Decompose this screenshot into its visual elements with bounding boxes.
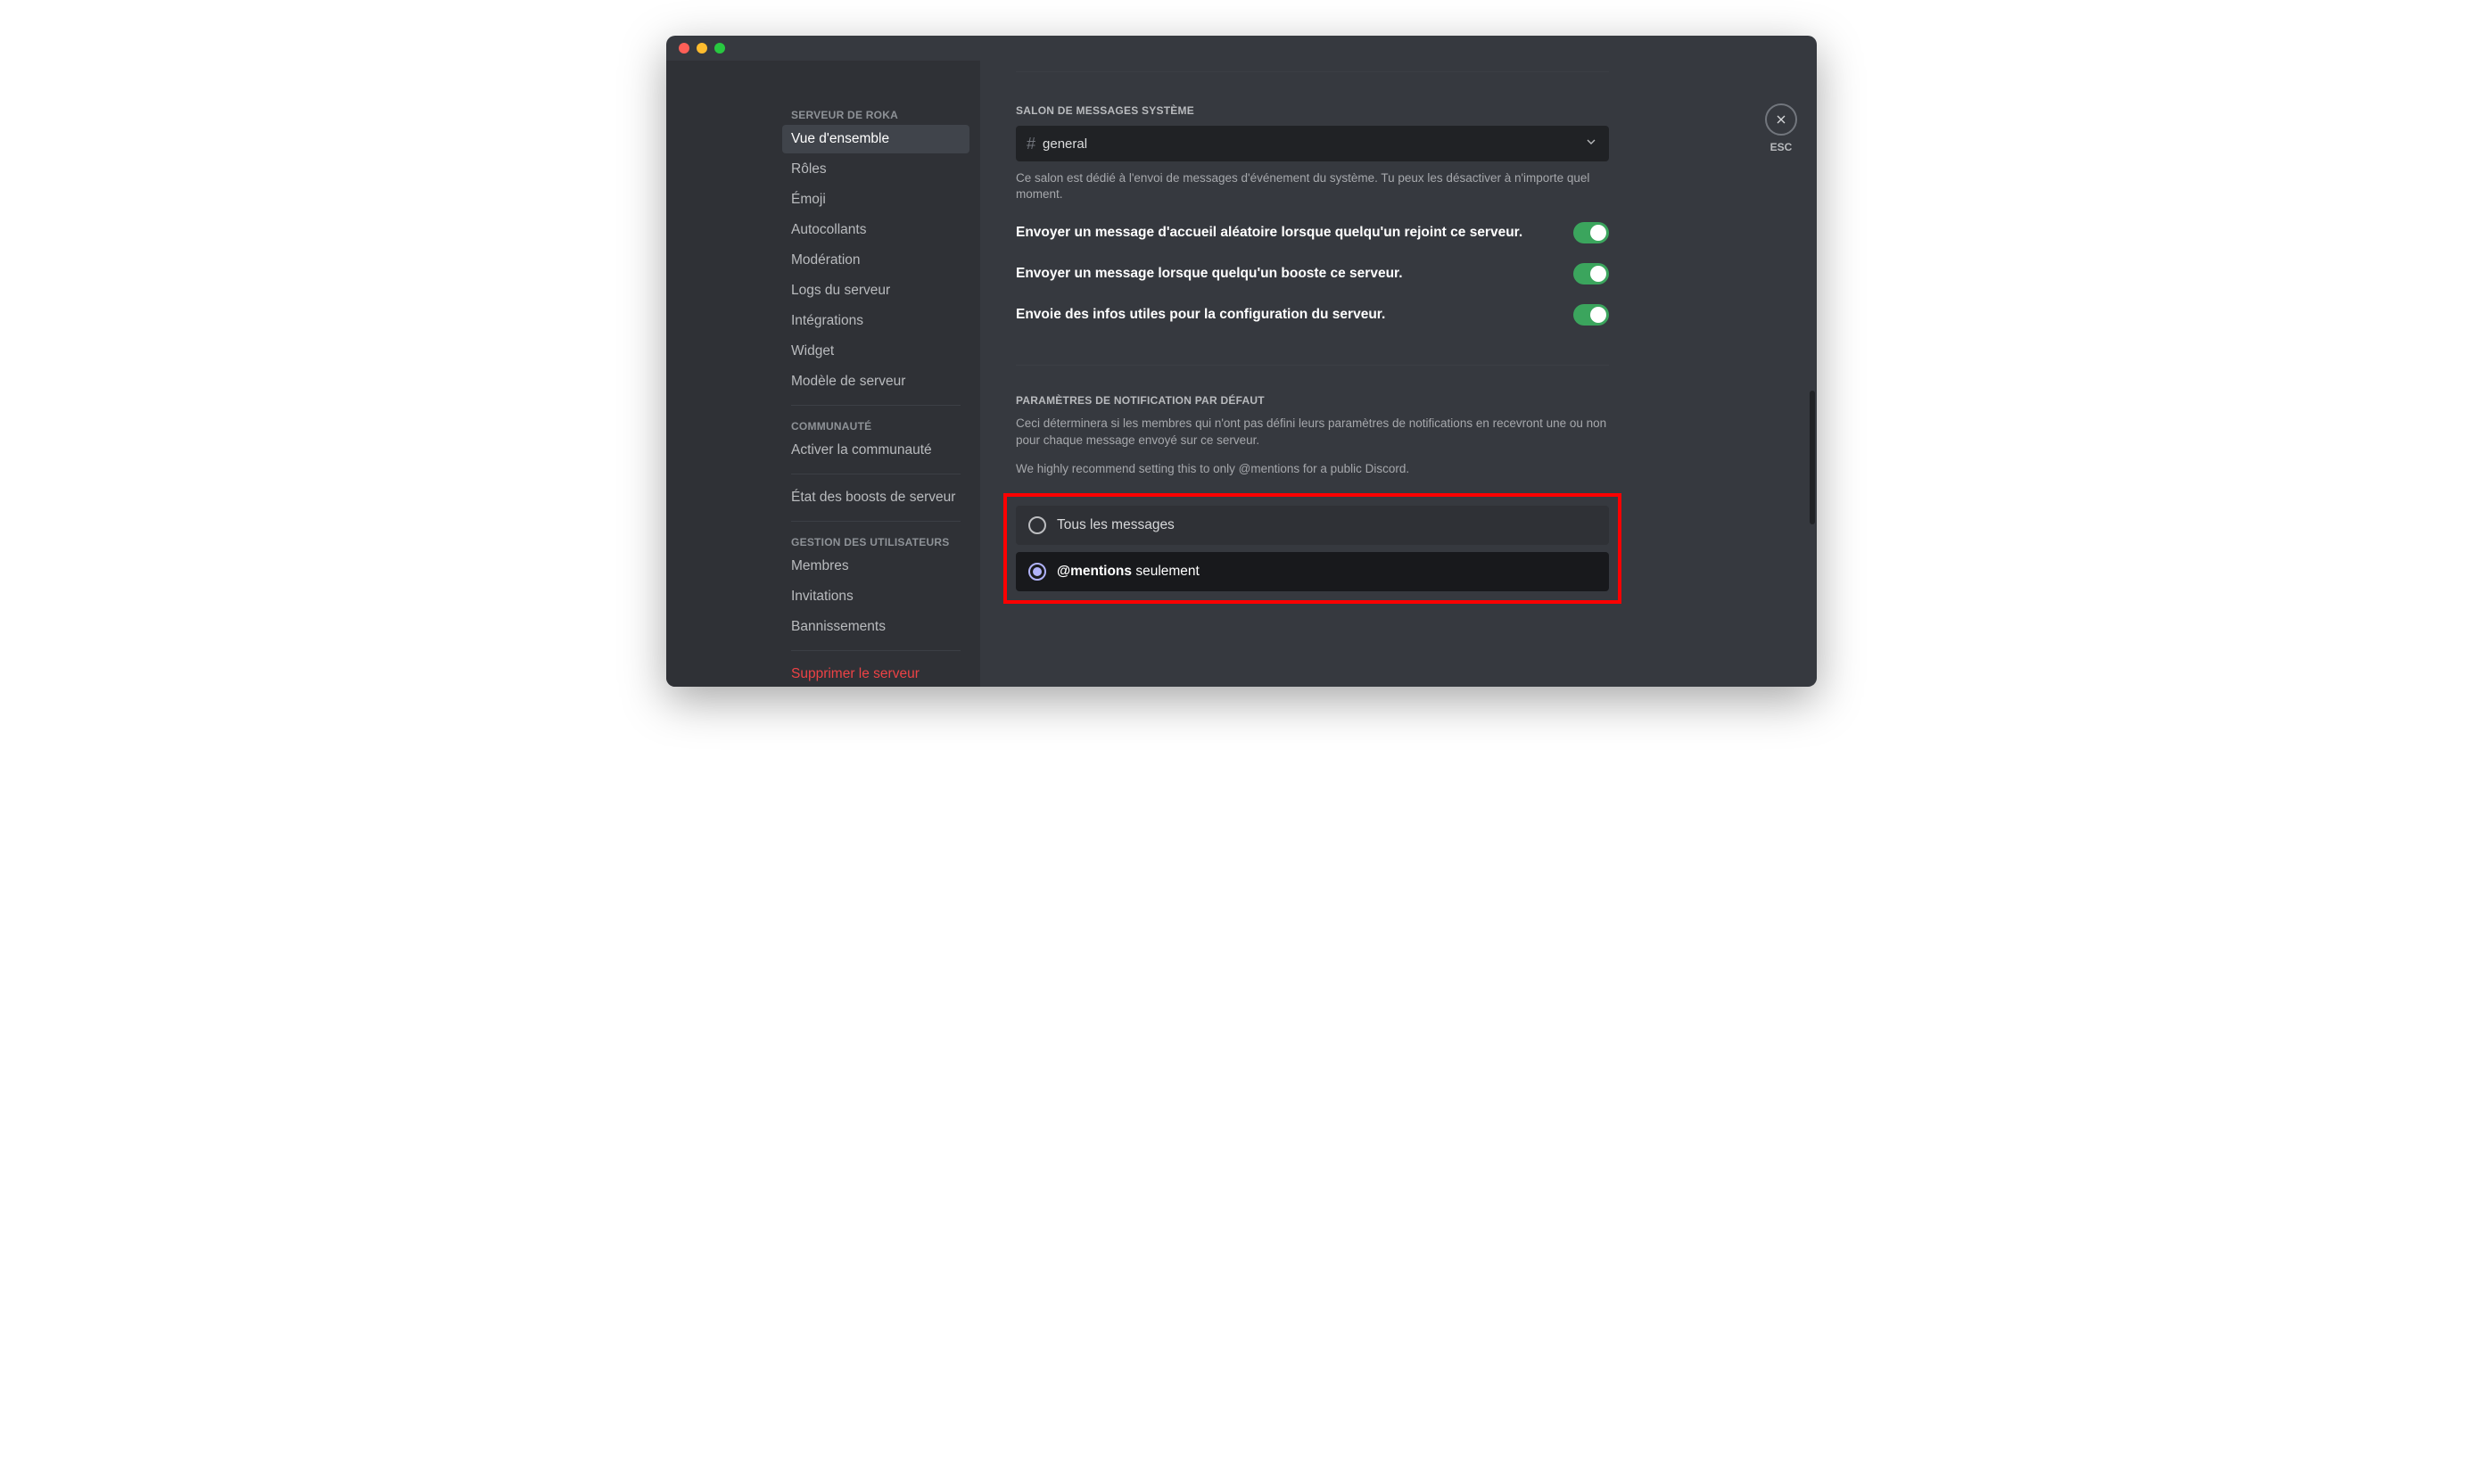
sidebar-item-roles[interactable]: Rôles — [782, 155, 969, 184]
sidebar-item-members[interactable]: Membres — [782, 552, 969, 581]
radio-only-mentions-label: @mentions seulement — [1057, 564, 1200, 580]
sidebar-item-widget[interactable]: Widget — [782, 337, 969, 366]
sidebar-item-enable-community[interactable]: Activer la communauté — [782, 436, 969, 465]
setup-tips-label: Envoie des infos utiles pour la configur… — [1016, 307, 1573, 323]
sidebar-item-delete-server[interactable]: Supprimer le serveur — [782, 660, 969, 687]
notification-desc-2: We highly recommend setting this to only… — [1016, 461, 1609, 477]
welcome-message-toggle[interactable] — [1573, 222, 1609, 243]
system-channel-value: general — [1043, 136, 1584, 152]
hash-icon: # — [1027, 135, 1035, 153]
boost-message-toggle[interactable] — [1573, 263, 1609, 284]
radio-only-mentions[interactable]: @mentions seulement — [1016, 552, 1609, 591]
sidebar-header-community: COMMUNAUTÉ — [782, 415, 969, 436]
sidebar-separator — [791, 521, 961, 522]
titlebar — [666, 36, 1817, 61]
settings-window: SERVEUR DE ROKA Vue d'ensemble Rôles Émo… — [666, 36, 1817, 687]
sidebar-item-invites[interactable]: Invitations — [782, 582, 969, 611]
chevron-down-icon — [1584, 135, 1598, 153]
sidebar-item-template[interactable]: Modèle de serveur — [782, 367, 969, 396]
welcome-message-label: Envoyer un message d'accueil aléatoire l… — [1016, 225, 1573, 241]
content-wrap: SALON DE MESSAGES SYSTÈME # general Ce s… — [980, 61, 1817, 687]
sidebar-item-boost-status[interactable]: État des boosts de serveur — [782, 483, 969, 512]
radio-all-messages-label: Tous les messages — [1057, 517, 1175, 533]
sidebar-item-moderation[interactable]: Modération — [782, 246, 969, 275]
sidebar-item-audit-log[interactable]: Logs du serveur — [782, 276, 969, 305]
sidebar-header-server: SERVEUR DE ROKA — [782, 103, 969, 125]
sidebar-item-bans[interactable]: Bannissements — [782, 613, 969, 641]
minimize-window-button[interactable] — [697, 43, 707, 54]
system-channel-select[interactable]: # general — [1016, 126, 1609, 161]
radio-all-messages[interactable]: Tous les messages — [1016, 506, 1609, 545]
radio-icon — [1028, 563, 1046, 581]
close-window-button[interactable] — [679, 43, 689, 54]
divider — [1016, 71, 1609, 72]
close-button[interactable] — [1765, 103, 1797, 136]
sidebar-item-overview[interactable]: Vue d'ensemble — [782, 125, 969, 153]
notification-settings-label: PARAMÈTRES DE NOTIFICATION PAR DÉFAUT — [1016, 394, 1609, 407]
maximize-window-button[interactable] — [714, 43, 725, 54]
close-column: ESC — [1745, 61, 1817, 687]
settings-sidebar: SERVEUR DE ROKA Vue d'ensemble Rôles Émo… — [666, 61, 980, 687]
sidebar-item-integrations[interactable]: Intégrations — [782, 307, 969, 335]
settings-content[interactable]: SALON DE MESSAGES SYSTÈME # general Ce s… — [980, 61, 1745, 687]
radio-icon — [1028, 516, 1046, 534]
system-channel-desc: Ce salon est dédié à l'envoi de messages… — [1016, 170, 1609, 202]
sidebar-header-user-mgmt: GESTION DES UTILISATEURS — [782, 531, 969, 552]
sidebar-separator — [791, 650, 961, 651]
divider — [1016, 365, 1609, 366]
notification-desc-1: Ceci déterminera si les membres qui n'on… — [1016, 416, 1609, 448]
setup-tips-toggle[interactable] — [1573, 304, 1609, 326]
boost-message-label: Envoyer un message lorsque quelqu'un boo… — [1016, 266, 1573, 282]
sidebar-item-emoji[interactable]: Émoji — [782, 186, 969, 214]
system-channel-label: SALON DE MESSAGES SYSTÈME — [1016, 104, 1609, 117]
sidebar-item-stickers[interactable]: Autocollants — [782, 216, 969, 244]
close-label: ESC — [1770, 141, 1793, 153]
sidebar-separator — [791, 405, 961, 406]
highlight-annotation: Tous les messages @mentions seulement — [1003, 493, 1621, 604]
scrollbar-thumb[interactable] — [1810, 391, 1815, 524]
